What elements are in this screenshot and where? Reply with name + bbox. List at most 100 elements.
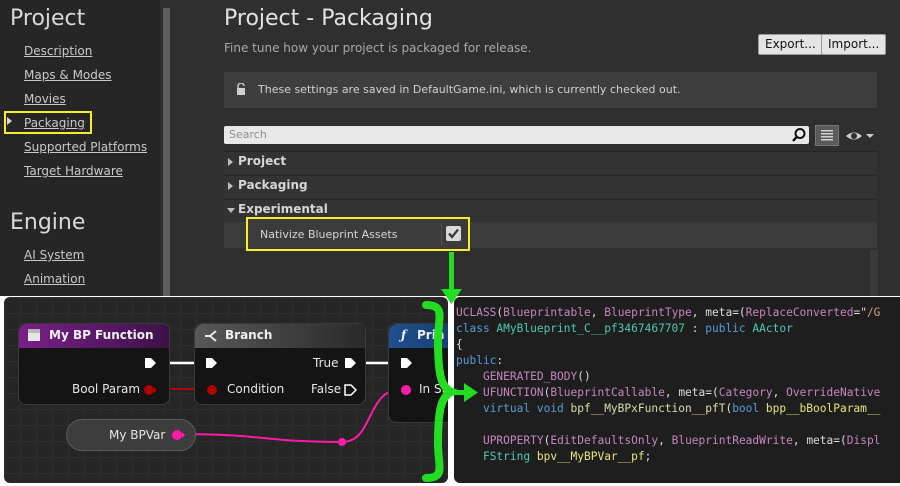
sidebar-item-packaging[interactable]: Packaging <box>24 116 85 130</box>
sidebar-item-target-hardware[interactable]: Target Hardware <box>24 164 123 178</box>
condition-pin-icon[interactable] <box>205 383 219 397</box>
branch-node[interactable]: Branch True Condition False <box>194 323 366 405</box>
exec-in-pin-icon[interactable] <box>399 356 413 370</box>
exec-in-pin-icon[interactable] <box>204 356 218 370</box>
sidebar-item-description[interactable]: Description <box>24 44 92 58</box>
code-line: { <box>456 338 463 351</box>
lock-icon <box>237 83 245 95</box>
branch-icon <box>205 330 217 342</box>
code-token: FString <box>482 450 537 463</box>
code-token: UPROPERTY <box>482 434 544 447</box>
nativize-setting-highlight: Nativize Blueprint Assets <box>246 217 470 251</box>
code-line: UPROPERTY(EditDefaultsOnly, BlueprintRea… <box>456 434 880 447</box>
code-token: bpv__MyBPVar__pf <box>536 450 645 463</box>
code-token: , meta=( <box>792 434 847 447</box>
code-token: class <box>456 322 497 335</box>
sidebar-scrollbar[interactable] <box>163 8 170 296</box>
node-title: Prin <box>417 328 445 342</box>
in-string-label: In Str <box>419 382 448 396</box>
nativize-checkbox[interactable] <box>446 226 461 241</box>
node-title: Branch <box>225 328 273 342</box>
code-token: , <box>658 434 672 447</box>
code-token: virtual void <box>482 402 571 415</box>
code-token: BlueprintCallable <box>550 386 665 399</box>
node-title: My BP Function <box>49 328 154 342</box>
sidebar-item-ai-system[interactable]: AI System <box>24 248 84 262</box>
code-token: public <box>705 322 753 335</box>
code-token: ReplaceConverted <box>745 306 854 319</box>
category-label: Experimental <box>238 202 328 216</box>
code-token: bpf__MyBPxFunction__pfT <box>570 402 726 415</box>
code-token: AMyBlueprint_C__pf3467467707 <box>496 322 686 335</box>
code-line: FString bpv__MyBPVar__pf; <box>456 450 651 463</box>
code-token: Displ <box>846 434 881 447</box>
search-placeholder: Search <box>229 128 267 141</box>
nativize-setting-label: Nativize Blueprint Assets <box>260 228 398 241</box>
import-button[interactable]: Import... <box>821 34 887 55</box>
code-token: : <box>496 354 504 367</box>
category-packaging[interactable]: Packaging <box>224 175 877 198</box>
code-token: public <box>456 354 497 367</box>
sidebar-item-movies[interactable]: Movies <box>24 92 66 106</box>
function-entry-node[interactable]: My BP Function Bool Param <box>18 323 170 405</box>
code-token: Blueprintable <box>503 306 591 319</box>
content-scrollbar[interactable] <box>870 250 878 296</box>
expand-arrow-icon <box>228 158 233 166</box>
variable-label: My BPVar <box>109 428 166 442</box>
code-token: OverrideNative <box>786 386 881 399</box>
condition-label: Condition <box>227 382 285 396</box>
code-line: GENERATED_BODY() <box>456 370 591 383</box>
page-subtitle: Fine tune how your project is packaged f… <box>224 41 532 55</box>
config-notice: These settings are saved in DefaultGame.… <box>224 72 877 108</box>
selected-arrow-icon <box>7 117 12 125</box>
sidebar-item-maps-modes[interactable]: Maps & Modes <box>24 68 112 82</box>
string-out-pin-icon[interactable] <box>171 428 187 442</box>
code-line: public: <box>456 354 503 367</box>
sidebar-heading-engine: Engine <box>10 210 86 235</box>
variable-node[interactable]: My BPVar <box>66 419 196 451</box>
bool-out-pin-icon[interactable] <box>143 383 157 397</box>
code-token: , <box>590 306 605 319</box>
code-token: ; <box>644 450 652 463</box>
string-pin-icon[interactable] <box>399 383 413 397</box>
code-token: , meta=( <box>691 306 746 319</box>
function-node-icon <box>28 329 40 341</box>
export-button[interactable]: Export... <box>758 34 823 55</box>
code-line: UFUNCTION(BlueprintCallable, meta=(Categ… <box>456 386 880 399</box>
code-token: bool <box>732 402 766 415</box>
false-pin-label: False <box>311 382 342 396</box>
code-token: , meta=( <box>664 386 719 399</box>
code-token: Category <box>718 386 773 399</box>
exec-true-pin-icon[interactable] <box>343 356 357 370</box>
code-token: BlueprintType <box>604 306 692 319</box>
exec-false-pin-icon[interactable] <box>343 383 357 397</box>
code-token: { <box>456 338 463 351</box>
view-options-grid-button[interactable] <box>815 125 839 146</box>
bool-param-label: Bool Param <box>72 382 141 396</box>
code-token: BlueprintReadWrite <box>671 434 793 447</box>
eye-icon[interactable] <box>845 128 875 144</box>
code-token: GENERATED_BODY <box>482 370 578 383</box>
settings-search-input[interactable]: Search <box>224 126 809 144</box>
code-token: () <box>577 370 591 383</box>
page-title: Project - Packaging <box>224 6 433 31</box>
exec-out-pin-icon[interactable] <box>143 356 157 370</box>
category-label: Packaging <box>238 178 308 192</box>
blueprint-graph[interactable]: My BP Function Bool Param Branch True Co… <box>4 297 448 483</box>
generated-code-panel: UCLASS(Blueprintable, BlueprintType, met… <box>454 297 900 483</box>
print-node[interactable]: ƒ Prin In Str <box>388 323 448 423</box>
code-line: class AMyBlueprint_C__pf3467467707 : pub… <box>456 322 793 335</box>
sidebar-item-supported-platforms[interactable]: Supported Platforms <box>24 140 147 154</box>
sidebar-heading-project: Project <box>10 6 86 31</box>
sidebar-item-animation[interactable]: Animation <box>24 272 85 286</box>
grid-icon <box>821 130 833 141</box>
category-project[interactable]: Project <box>224 151 877 174</box>
search-icon[interactable] <box>791 127 807 143</box>
code-token: EditDefaultsOnly <box>550 434 659 447</box>
code-line: UCLASS(Blueprintable, BlueprintType, met… <box>456 306 880 319</box>
checkmark-icon <box>448 228 459 239</box>
